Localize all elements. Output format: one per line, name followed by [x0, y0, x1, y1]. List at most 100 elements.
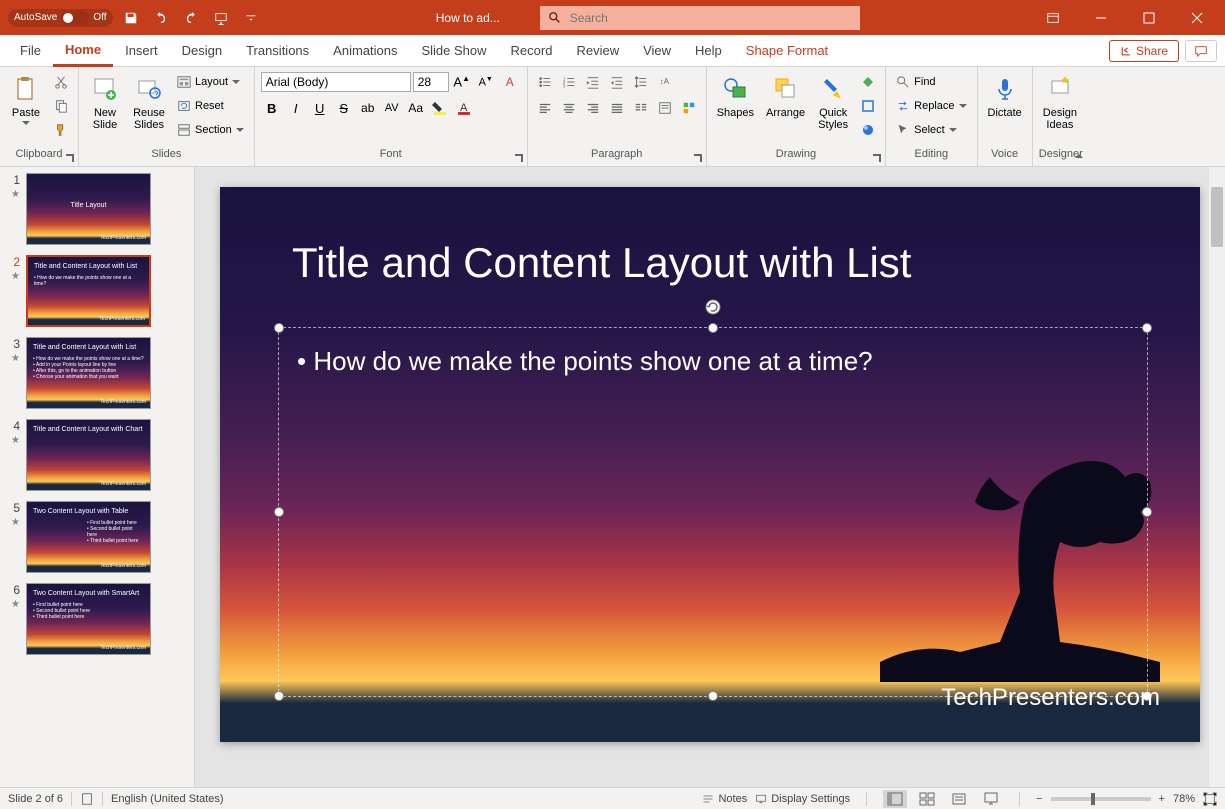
qat-customize-button[interactable] [239, 6, 263, 30]
dictate-button[interactable]: Dictate [984, 71, 1026, 121]
shape-fill-button[interactable] [857, 71, 879, 93]
italic-button[interactable]: I [285, 97, 307, 119]
selection-handle[interactable] [708, 323, 718, 333]
zoom-slider-handle[interactable] [1091, 793, 1095, 805]
tab-design[interactable]: Design [170, 35, 234, 67]
character-spacing-button[interactable]: AV [381, 97, 403, 119]
text-shadow-button[interactable]: ab [357, 97, 379, 119]
thumbnail-slide-5[interactable]: Two Content Layout with Table• First bul… [26, 501, 151, 573]
thumbnail-slide-6[interactable]: Two Content Layout with SmartArt• First … [26, 583, 151, 655]
rotate-handle[interactable] [704, 298, 722, 316]
select-button[interactable]: Select [892, 119, 970, 141]
save-button[interactable] [119, 6, 143, 30]
normal-view-button[interactable] [883, 790, 907, 808]
shape-outline-button[interactable] [857, 95, 879, 117]
doc-title[interactable]: How to ad... [436, 11, 500, 25]
convert-smartart-button[interactable] [678, 97, 700, 119]
find-button[interactable]: Find [892, 71, 970, 93]
decrease-indent-button[interactable] [582, 71, 604, 93]
layout-button[interactable]: Layout [173, 71, 248, 93]
reset-button[interactable]: Reset [173, 95, 248, 117]
search-input[interactable] [570, 11, 852, 25]
slide-counter[interactable]: Slide 2 of 6 [8, 793, 63, 805]
bullets-button[interactable] [534, 71, 556, 93]
arrange-button[interactable]: Arrange [762, 71, 809, 121]
format-painter-button[interactable] [50, 119, 72, 141]
tab-slideshow[interactable]: Slide Show [409, 35, 498, 67]
vertical-scrollbar[interactable] [1209, 167, 1225, 787]
copy-button[interactable] [50, 95, 72, 117]
fit-to-window-button[interactable] [1203, 792, 1217, 806]
design-ideas-button[interactable]: Design Ideas [1039, 71, 1081, 133]
selection-handle[interactable] [1142, 323, 1152, 333]
tab-shape-format[interactable]: Shape Format [734, 35, 840, 67]
new-slide-button[interactable]: New Slide [85, 71, 125, 133]
bold-button[interactable]: B [261, 97, 283, 119]
numbering-button[interactable]: 123 [558, 71, 580, 93]
quick-styles-button[interactable]: Quick Styles [813, 71, 853, 133]
selection-handle[interactable] [274, 323, 284, 333]
align-right-button[interactable] [582, 97, 604, 119]
thumbnail-panel[interactable]: 1★ Title LayoutTechPresenters.com 2★ Tit… [0, 167, 195, 787]
selection-handle[interactable] [274, 507, 284, 517]
slide-editor[interactable]: Title and Content Layout with List • How… [195, 167, 1225, 787]
selection-handle[interactable] [274, 691, 284, 701]
tab-view[interactable]: View [631, 35, 683, 67]
thumbnail-slide-3[interactable]: Title and Content Layout with List• How … [26, 337, 151, 409]
selection-handle[interactable] [708, 691, 718, 701]
thumbnail-slide-2[interactable]: Title and Content Layout with List• How … [26, 255, 151, 327]
paste-button[interactable]: Paste [6, 71, 46, 127]
paragraph-dialog-launcher[interactable] [692, 152, 704, 164]
increase-font-button[interactable]: A▲ [451, 71, 473, 93]
replace-button[interactable]: Replace [892, 95, 970, 117]
columns-button[interactable] [630, 97, 652, 119]
undo-button[interactable] [149, 6, 173, 30]
tab-home[interactable]: Home [53, 35, 113, 67]
align-center-button[interactable] [558, 97, 580, 119]
strikethrough-button[interactable]: S [333, 97, 355, 119]
change-case-button[interactable]: Aa [405, 97, 427, 119]
reuse-slides-button[interactable]: Reuse Slides [129, 71, 169, 133]
slideshow-view-button[interactable] [979, 790, 1003, 808]
scrollbar-thumb[interactable] [1211, 187, 1223, 247]
section-button[interactable]: Section [173, 119, 248, 141]
font-color-button[interactable]: A [453, 97, 475, 119]
share-button[interactable]: Share [1109, 40, 1179, 62]
tab-file[interactable]: File [8, 35, 53, 67]
slide-sorter-button[interactable] [915, 790, 939, 808]
thumbnail-slide-1[interactable]: Title LayoutTechPresenters.com [26, 173, 151, 245]
slide-canvas[interactable]: Title and Content Layout with List • How… [220, 187, 1200, 742]
collapse-ribbon-button[interactable] [1073, 150, 1085, 162]
ribbon-display-options[interactable] [1033, 0, 1073, 35]
notes-button[interactable]: Notes [702, 793, 747, 805]
content-placeholder[interactable]: • How do we make the points show one at … [278, 327, 1148, 697]
line-spacing-button[interactable] [630, 71, 652, 93]
shapes-button[interactable]: Shapes [713, 71, 758, 121]
zoom-level[interactable]: 78% [1173, 793, 1195, 805]
thumbnail-slide-4[interactable]: Title and Content Layout with ChartTechP… [26, 419, 151, 491]
increase-indent-button[interactable] [606, 71, 628, 93]
autosave-toggle[interactable]: AutoSave Off [8, 9, 113, 27]
align-text-button[interactable] [654, 97, 676, 119]
underline-button[interactable]: U [309, 97, 331, 119]
cut-button[interactable] [50, 71, 72, 93]
font-name-input[interactable] [261, 72, 411, 92]
zoom-slider[interactable] [1051, 797, 1151, 801]
reading-view-button[interactable] [947, 790, 971, 808]
language-status[interactable]: English (United States) [111, 793, 224, 805]
maximize-button[interactable] [1129, 0, 1169, 35]
tab-animations[interactable]: Animations [321, 35, 409, 67]
zoom-out-button[interactable]: − [1036, 793, 1042, 805]
justify-button[interactable] [606, 97, 628, 119]
slideshow-from-beginning-button[interactable] [209, 6, 233, 30]
search-box[interactable] [540, 6, 860, 30]
tab-review[interactable]: Review [564, 35, 631, 67]
font-dialog-launcher[interactable] [513, 152, 525, 164]
slide-title[interactable]: Title and Content Layout with List [292, 239, 911, 287]
text-direction-button[interactable]: ↕A [654, 71, 676, 93]
bullet-text[interactable]: • How do we make the points show one at … [297, 346, 1129, 377]
tab-record[interactable]: Record [499, 35, 565, 67]
zoom-in-button[interactable]: + [1159, 793, 1165, 805]
accessibility-icon[interactable] [80, 792, 94, 806]
align-left-button[interactable] [534, 97, 556, 119]
